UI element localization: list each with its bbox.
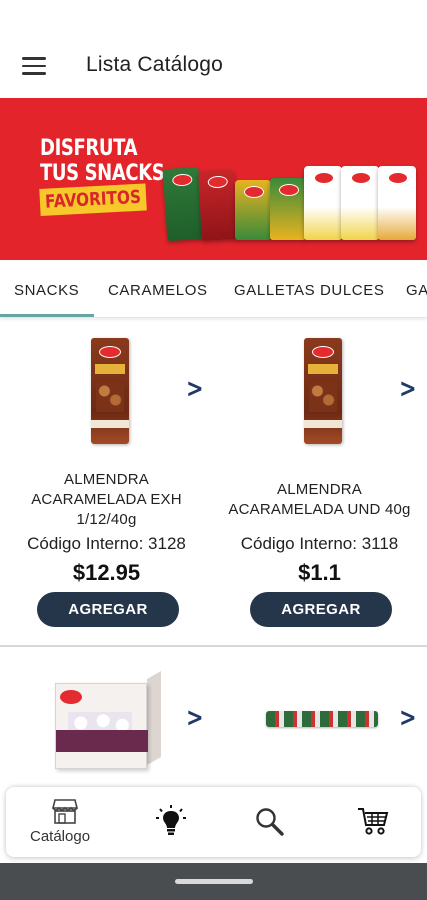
snack-bag-image [341,166,379,240]
snack-bag-image [198,169,238,241]
chevron-right-icon[interactable]: > [399,374,416,404]
banner-line-1: DISFRUTA [40,136,138,161]
snack-bag-image [304,166,342,240]
product-name: ALMENDRA ACARAMELADA EXH 1/12/40g [31,471,182,528]
chevron-right-icon[interactable]: > [186,703,203,733]
product-name: ALMENDRA ACARAMELADA UND 40g [228,481,411,518]
tab-caramelos[interactable]: CARAMELOS [108,262,208,317]
banner-tag: FAVORITOS [39,183,147,216]
nav-search[interactable] [230,787,320,857]
snack-bag-image [270,178,306,240]
page-title: Lista Catálogo [86,53,224,76]
chevron-right-icon[interactable]: > [186,374,203,404]
app-bar: Lista Catálogo [0,0,427,98]
nav-ideas[interactable] [126,787,216,857]
lightbulb-icon [156,805,186,835]
chevron-right-icon[interactable]: > [399,703,416,733]
banner-text: DISFRUTA TUS SNACKS FAVORITOS [39,136,165,216]
nav-cart[interactable] [326,787,416,857]
product-card[interactable]: > ALMENDRA ACARAMELADA UND 40g Código In… [213,318,426,645]
add-to-cart-button[interactable]: AGREGAR [250,592,392,627]
tab-galletas-dulces[interactable]: GALLETAS DULCES [234,262,384,317]
category-tabs: SNACKS CARAMELOS GALLETAS DULCES GA [0,262,427,318]
product-price: $12.95 [72,560,141,585]
row-divider [0,645,427,647]
product-code: Código Interno: 3118 [240,534,399,553]
snack-bag-image [378,166,416,240]
cart-icon [358,808,389,835]
tab-snacks[interactable]: SNACKS [14,262,79,317]
add-to-cart-button[interactable]: AGREGAR [37,592,179,627]
snack-bag-image [235,180,271,240]
snack-bag-image [162,166,204,242]
product-code: Código Interno: 3128 [27,534,186,553]
nav-catalog-label: Catálogo [30,828,91,845]
tab-next[interactable]: GA [406,262,427,317]
bottom-nav: Catálogo [6,787,421,857]
tab-indicator [0,314,94,317]
product-card[interactable]: > ALMENDRA ACARAMELADA EXH 1/12/40g Códi… [0,318,213,645]
search-icon [256,808,284,836]
product-image[interactable] [91,338,129,444]
promo-banner[interactable]: DISFRUTA TUS SNACKS FAVORITOS [0,98,427,260]
hamburger-menu-icon[interactable] [16,48,52,84]
product-price: $1.1 [298,560,341,585]
product-image[interactable] [266,711,378,727]
store-icon [51,799,79,824]
product-image[interactable] [304,338,342,444]
banner-line-2: TUS SNACKS [40,161,165,186]
home-gesture-pill[interactable] [175,879,253,884]
product-image[interactable] [55,669,161,769]
nav-catalog[interactable]: Catálogo [28,787,118,857]
